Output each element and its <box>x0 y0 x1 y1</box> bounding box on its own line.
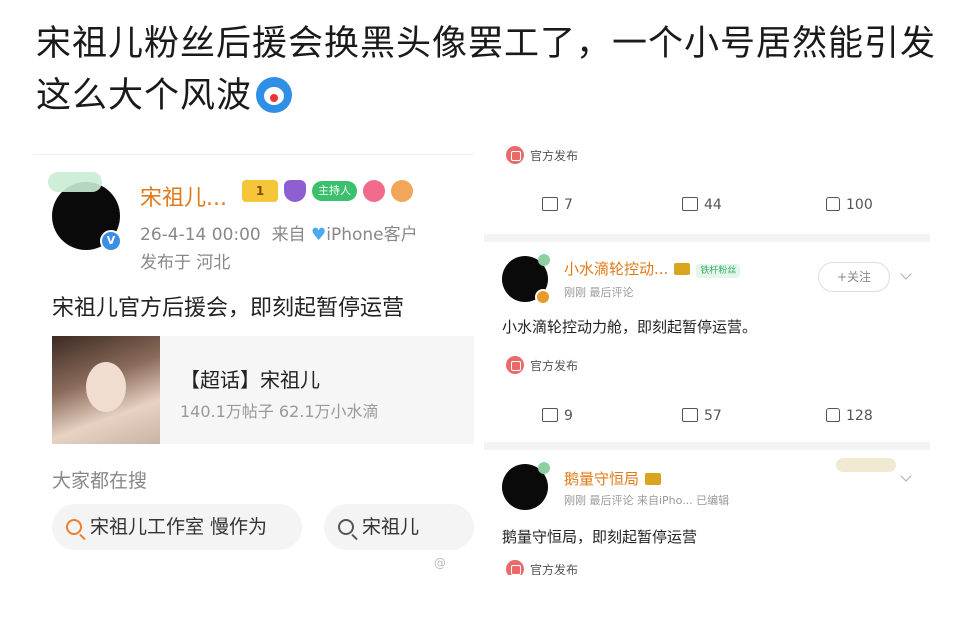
official-text: 官方发布 <box>530 149 579 163</box>
post-time: 26-4-14 00:00 <box>140 225 261 245</box>
like-button[interactable]: 100 <box>826 193 873 217</box>
crown-badge-icon <box>674 263 691 275</box>
avatar[interactable] <box>502 254 551 305</box>
user-badges: 1 主持人 <box>242 180 413 202</box>
poster-name-text: 小水滴轮控动... <box>564 260 669 278</box>
repost-count: 9 <box>564 408 573 424</box>
level-badge-icon: 1 <box>242 180 278 202</box>
repost-button[interactable]: 7 <box>542 193 573 217</box>
topic-image <box>52 336 160 444</box>
repost-icon <box>542 408 558 422</box>
post-location: 发布于 河北 <box>140 253 231 273</box>
watermark: @ <box>434 556 446 570</box>
hot-search-icon <box>66 519 82 535</box>
repost-icon <box>542 197 558 211</box>
avatar[interactable]: V <box>48 172 122 252</box>
post-card: 鹅量守恒局 刚刚 最后评论 来自iPho... 已编辑 鹅量守恒局，即刻起暂停运… <box>484 450 930 575</box>
official-icon <box>506 560 524 575</box>
like-count: 128 <box>846 408 873 424</box>
post-source: iPhone客户 <box>326 225 418 245</box>
source-prefix: 来自 <box>271 225 306 245</box>
headline-text: 宋祖儿粉丝后援会换黑头像罢工了，一个小号居然能引发这么大个风波 <box>36 24 937 116</box>
crown-badge-icon <box>645 473 662 485</box>
post-meta: 26-4-14 00:00 来自 ♥iPhone客户 <box>140 220 418 245</box>
left-post-screenshot: V 宋祖儿... 1 主持人 26-4-14 00:00 来自 ♥iPhone客… <box>34 150 474 570</box>
right-posts-screenshot: 官方发布 7 44 100 小水滴轮控动... 铁杆粉丝 刚刚 最后评论 +关注 … <box>484 130 930 575</box>
poster-name-text: 鹅量守恒局 <box>564 470 640 488</box>
trending-search-header: 大家都在搜 <box>52 470 148 492</box>
post-meta: 刚刚 最后评论 <box>564 286 634 299</box>
fan-tag: 铁杆粉丝 <box>696 264 741 278</box>
verified-icon: V <box>100 230 122 252</box>
comment-icon <box>682 408 698 422</box>
avatar[interactable] <box>502 462 550 510</box>
search-suggestion[interactable]: 宋祖儿 <box>324 504 474 550</box>
repost-button[interactable]: 9 <box>542 404 573 428</box>
emoji-badge-icon <box>391 180 413 202</box>
official-label: 官方发布 <box>506 356 578 376</box>
search-suggestion-label: 宋祖儿 <box>362 516 420 538</box>
verified-icon <box>535 289 551 305</box>
topic-card[interactable]: 【超话】宋祖儿 140.1万帖子 62.1万小水滴 <box>52 336 474 444</box>
post-text: 鹅量守恒局，即刻起暂停运营 <box>502 528 698 546</box>
heart-icon: ♥ <box>310 225 327 245</box>
fan-badge-icon <box>363 180 385 202</box>
topic-title: 【超话】宋祖儿 <box>180 368 320 392</box>
comment-button[interactable]: 44 <box>682 193 722 217</box>
chevron-down-icon[interactable] <box>900 470 912 482</box>
host-badge: 主持人 <box>312 181 357 201</box>
repost-count: 7 <box>564 197 573 213</box>
search-suggestion[interactable]: 宋祖儿工作室 慢作为 <box>52 504 302 550</box>
comment-count: 44 <box>704 197 722 213</box>
post-card: 官方发布 7 44 100 <box>484 130 930 234</box>
official-label: 官方发布 <box>506 146 578 166</box>
shield-badge-icon <box>284 180 306 202</box>
divider <box>34 154 474 155</box>
thumbs-up-icon <box>826 408 840 422</box>
comment-count: 57 <box>704 408 722 424</box>
thumbs-up-icon <box>826 197 840 211</box>
card-decoration <box>836 458 896 472</box>
avatar-decoration <box>538 254 550 266</box>
search-suggestion-label: 宋祖儿工作室 慢作为 <box>90 516 268 538</box>
like-count: 100 <box>846 197 873 213</box>
comment-button[interactable]: 57 <box>682 404 722 428</box>
post-text: 宋祖儿官方后援会，即刻起暂停运营 <box>52 296 405 321</box>
post-meta: 刚刚 最后评论 来自iPho... 已编辑 <box>564 494 730 507</box>
headline: 宋祖儿粉丝后援会换黑头像罢工了，一个小号居然能引发这么大个风波 <box>36 18 936 122</box>
follow-button[interactable]: +关注 <box>818 262 890 292</box>
official-text: 官方发布 <box>530 359 579 373</box>
search-icon <box>338 519 354 535</box>
official-label: 官方发布 <box>506 560 578 575</box>
poster-name[interactable]: 小水滴轮控动... 铁杆粉丝 <box>564 258 741 279</box>
poster-name[interactable]: 宋祖儿... <box>140 180 227 212</box>
poster-name[interactable]: 鹅量守恒局 <box>564 468 662 489</box>
official-icon <box>506 356 524 374</box>
action-bar: 9 57 128 <box>484 404 930 428</box>
like-button[interactable]: 128 <box>826 404 873 428</box>
avatar-decoration <box>538 462 550 474</box>
official-text: 官方发布 <box>530 563 579 575</box>
topic-stats: 140.1万帖子 62.1万小水滴 <box>180 402 379 421</box>
chevron-down-icon[interactable] <box>900 268 912 280</box>
doraemon-emoji-icon <box>256 77 293 113</box>
avatar-frame-decoration <box>48 172 102 192</box>
post-card: 小水滴轮控动... 铁杆粉丝 刚刚 最后评论 +关注 小水滴轮控动力舱，即刻起暂停… <box>484 242 930 442</box>
official-icon <box>506 146 524 164</box>
action-bar: 7 44 100 <box>484 193 930 217</box>
comment-icon <box>682 197 698 211</box>
post-text: 小水滴轮控动力舱，即刻起暂停运营。 <box>502 318 758 336</box>
